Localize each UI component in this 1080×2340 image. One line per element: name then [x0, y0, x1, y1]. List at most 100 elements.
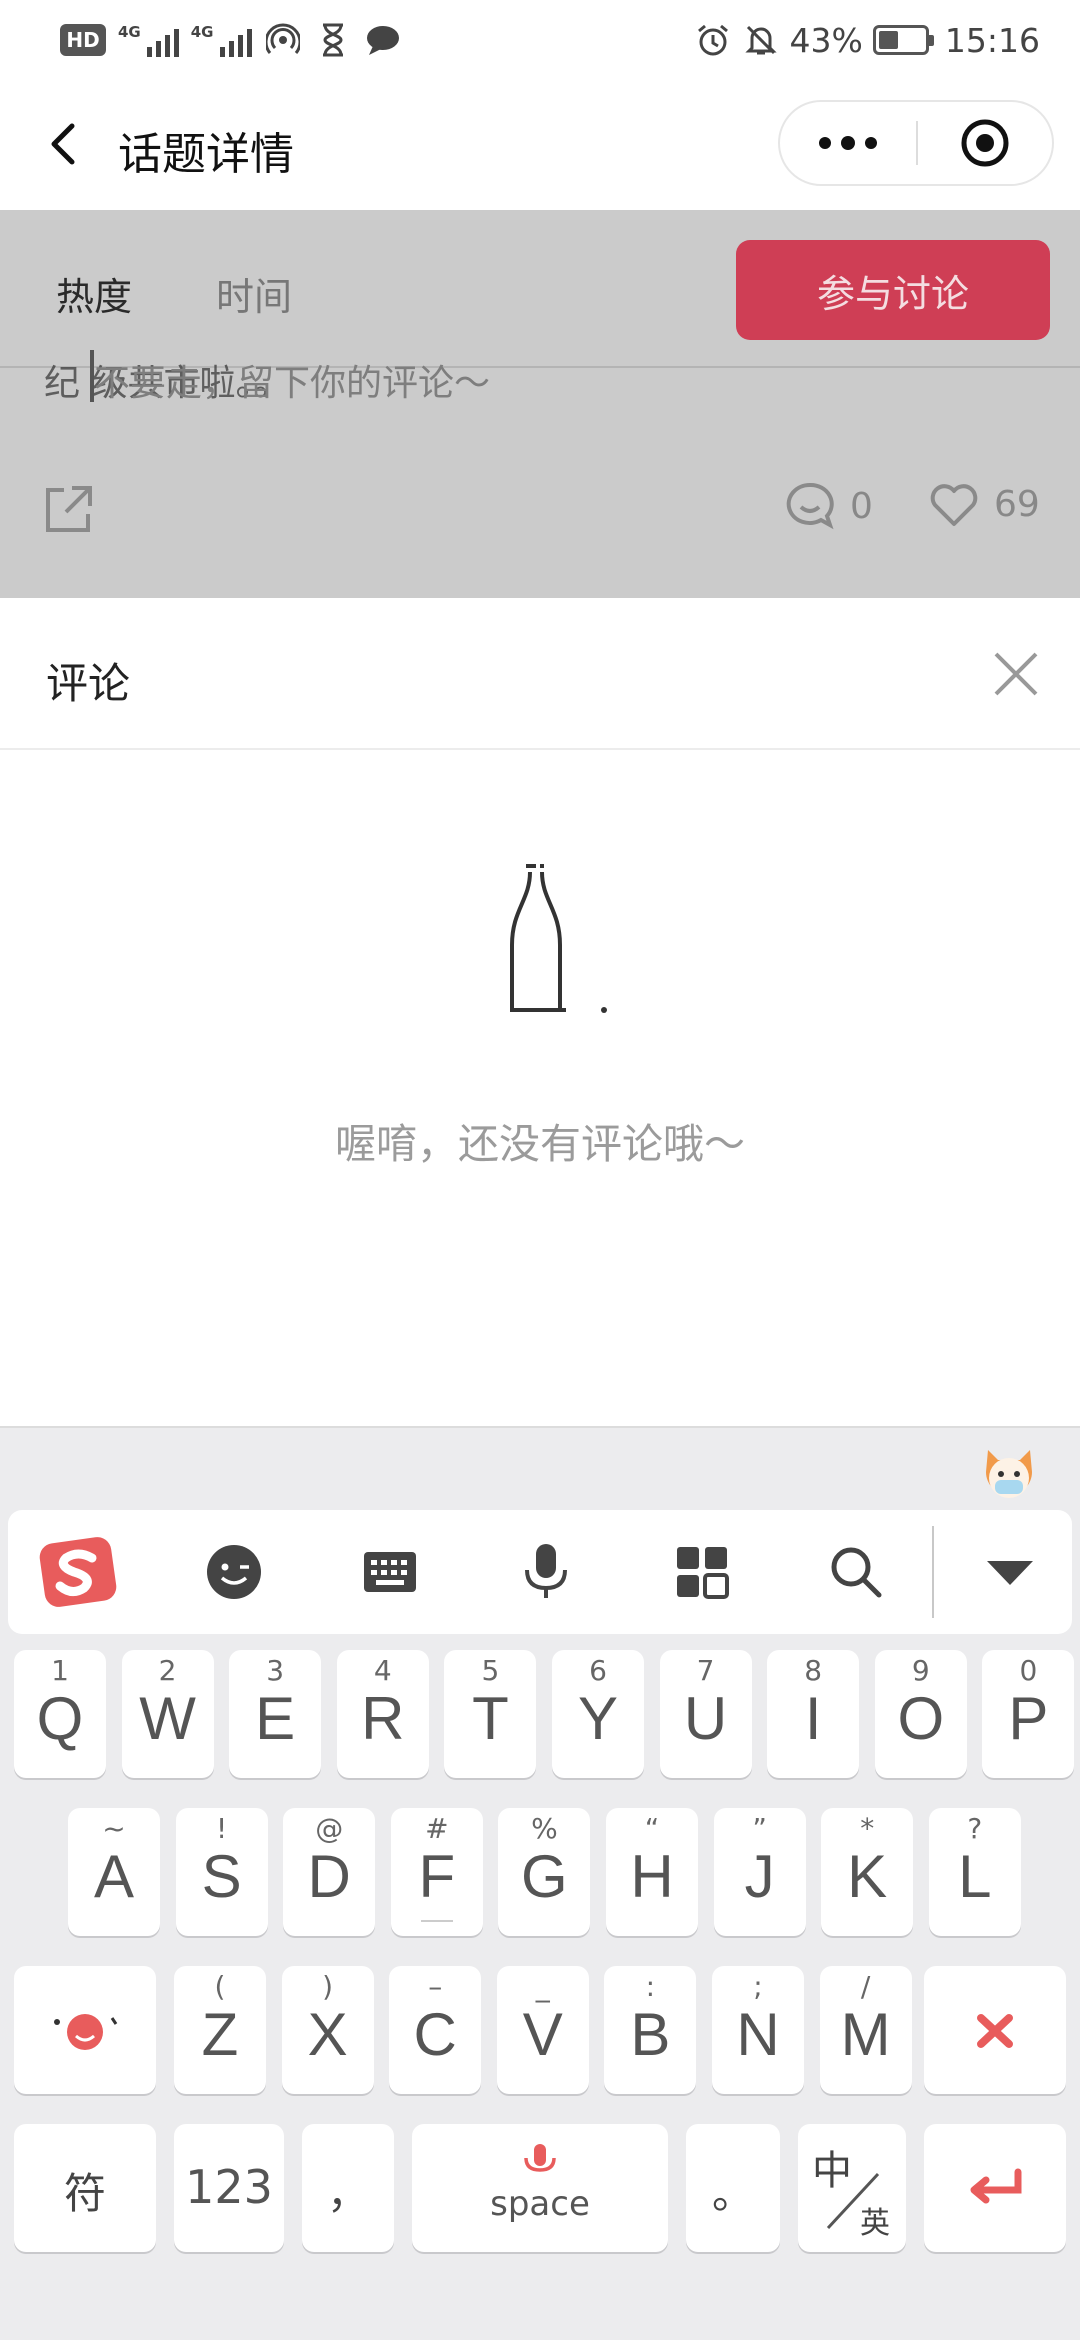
tab-hot[interactable]: 热度: [56, 266, 132, 321]
key-label: O: [897, 1685, 945, 1752]
key-g[interactable]: % G: [498, 1808, 591, 1936]
key-j[interactable]: ” J: [713, 1808, 806, 1936]
key-hint: –: [428, 1970, 443, 2003]
like-count-button[interactable]: 69: [928, 480, 1040, 528]
key-label: N: [736, 2001, 780, 2068]
emoji-icon[interactable]: [194, 1532, 274, 1612]
key-label: R: [361, 1685, 405, 1752]
topic-overlay[interactable]: 热度 时间 参与讨论 纪 级共市啦。。 不要走，留下你的评论～ 0 69: [0, 210, 1080, 598]
key-hint: ~: [102, 1812, 126, 1845]
key-hint: (: [214, 1970, 226, 2003]
key-n[interactable]: ; N: [712, 1966, 804, 2094]
key-y[interactable]: 6Y: [552, 1650, 644, 1778]
key-b[interactable]: :B: [604, 1966, 697, 2094]
close-icon[interactable]: [988, 646, 1044, 702]
key-label: G: [521, 1843, 568, 1910]
key-u[interactable]: 7U: [659, 1650, 752, 1778]
key-hint: _: [535, 1970, 550, 2003]
key-s[interactable]: ! S: [175, 1808, 268, 1936]
key-e[interactable]: 3E: [229, 1650, 322, 1778]
key-w[interactable]: 2W: [121, 1650, 214, 1778]
enter-key[interactable]: [924, 2124, 1066, 2252]
key-hint: 5: [481, 1654, 500, 1687]
keyboard-icon[interactable]: [350, 1532, 430, 1612]
key-o[interactable]: 9O: [874, 1650, 967, 1778]
join-discussion-button[interactable]: 参与讨论: [736, 240, 1050, 340]
exit-mini-program-button[interactable]: [918, 102, 1052, 184]
key-hint: ): [322, 1970, 334, 2003]
key-hint: 1: [51, 1654, 69, 1687]
key-hint: *: [860, 1812, 875, 1845]
key-label: A: [93, 1843, 135, 1910]
key-hint: /: [860, 1970, 871, 2003]
key-label: E: [255, 1685, 296, 1752]
key-k[interactable]: * K: [821, 1808, 914, 1936]
key-hint: 2: [158, 1654, 177, 1687]
key-p[interactable]: 0P: [982, 1650, 1075, 1778]
key-h[interactable]: “H: [606, 1808, 698, 1936]
key-hint: ”: [752, 1812, 767, 1845]
key-label: B: [630, 2001, 671, 2068]
key-v[interactable]: _ V: [496, 1966, 589, 2094]
key-label: Y: [577, 1685, 619, 1752]
more-button[interactable]: [780, 102, 916, 184]
key-hint: 7: [696, 1654, 715, 1687]
like-count: 69: [994, 483, 1040, 525]
comment-count-button[interactable]: 0: [784, 480, 873, 532]
key-q[interactable]: 1Q: [14, 1650, 106, 1778]
key-r[interactable]: 4R: [336, 1650, 429, 1778]
key-label: K: [847, 1843, 888, 1910]
emoticon-key[interactable]: [14, 1966, 156, 2094]
numbers-key[interactable]: 123: [174, 2124, 284, 2252]
heart-icon: [930, 484, 978, 526]
page-title: 话题详情: [118, 129, 294, 180]
key-t[interactable]: 5T: [444, 1650, 537, 1778]
period-key[interactable]: 。: [686, 2124, 780, 2252]
share-icon[interactable]: [42, 482, 96, 536]
keyboard-toolbar: [8, 1510, 1072, 1634]
toolbar-divider: [932, 1526, 934, 1618]
key-hint: @: [315, 1812, 344, 1845]
language-switch-key[interactable]: 中 英: [798, 2124, 906, 2252]
symbols-key[interactable]: 符: [14, 2124, 156, 2252]
space-key[interactable]: space: [412, 2124, 668, 2252]
backspace-key[interactable]: [924, 1966, 1066, 2094]
mascot-icon[interactable]: [978, 1442, 1040, 1504]
key-label: W: [139, 1685, 196, 1752]
comment-input-placeholder[interactable]: 不要走，留下你的评论～: [94, 354, 490, 406]
key-hint: 3: [266, 1654, 285, 1687]
back-button[interactable]: [36, 112, 100, 176]
key-label: C: [413, 2001, 457, 2068]
microphone-icon[interactable]: [506, 1532, 586, 1612]
sogou-logo-icon[interactable]: [38, 1532, 118, 1612]
status-bar: HD 4G 4G 43% 15:16: [0, 0, 1080, 80]
empty-state: 喔唷，还没有评论哦～: [0, 750, 1080, 1426]
chevron-left-icon: [51, 123, 75, 165]
key-hint: !: [215, 1812, 228, 1845]
mini-program-capsule: [778, 100, 1054, 186]
key-label: H: [630, 1843, 674, 1910]
search-icon[interactable]: [816, 1532, 896, 1612]
collapse-keyboard-icon[interactable]: [970, 1532, 1050, 1612]
key-x[interactable]: ) X: [281, 1966, 374, 2094]
key-z[interactable]: (Z: [174, 1966, 266, 2094]
tab-time[interactable]: 时间: [216, 266, 292, 321]
key-d[interactable]: @ D: [283, 1808, 376, 1936]
hourglass-icon: [314, 21, 352, 59]
key-label: L: [958, 1843, 992, 1910]
key-hint: %: [531, 1812, 558, 1845]
hotspot-icon: [264, 21, 302, 59]
key-a[interactable]: ~ A: [68, 1808, 160, 1936]
target-icon: [961, 119, 1009, 167]
key-hint: 8: [804, 1654, 823, 1687]
key-label: V: [522, 2001, 563, 2068]
signal-icon-1: 4G: [118, 23, 179, 57]
comma-key[interactable]: ，: [302, 2124, 394, 2252]
apps-grid-icon[interactable]: [662, 1532, 742, 1612]
key-l[interactable]: ? L: [928, 1808, 1021, 1936]
key-c[interactable]: – C: [389, 1966, 482, 2094]
key-m[interactable]: / M: [819, 1966, 912, 2094]
key-f[interactable]: # F: [390, 1808, 483, 1936]
key-i[interactable]: 8I: [767, 1650, 860, 1778]
clock: 15:16: [944, 20, 1040, 60]
